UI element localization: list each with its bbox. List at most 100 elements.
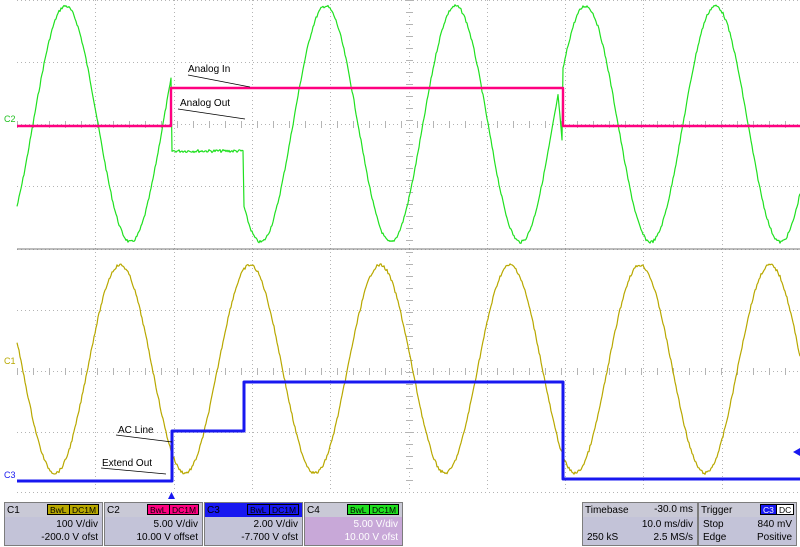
grid-dot: [252, 104, 253, 105]
c2-c4-marker[interactable]: C2: [4, 114, 16, 124]
grid-dot: [369, 0, 370, 1]
grid-dot: [245, 492, 246, 493]
grid-dot: [174, 96, 175, 97]
grid-dot: [245, 62, 246, 63]
grid-dot: [643, 340, 644, 341]
grid-dot: [330, 312, 331, 313]
grid-dot: [389, 310, 390, 311]
grid-dot: [705, 492, 706, 493]
grid-dot: [181, 310, 182, 311]
grid-dot: [737, 0, 738, 1]
grid-dot: [95, 192, 96, 193]
grid-dot: [685, 492, 686, 493]
grid-dot: [643, 224, 644, 225]
grid-dot: [722, 360, 723, 361]
grid-dot: [625, 62, 626, 63]
grid-dot: [643, 144, 644, 145]
c2-coupling-tag: DC1M: [169, 504, 200, 515]
grid-dot: [453, 432, 454, 433]
grid-dot: [249, 310, 250, 311]
grid-dot: [643, 88, 644, 89]
grid-dot: [174, 12, 175, 13]
grid-dot: [643, 84, 644, 85]
grid-dot: [330, 456, 331, 457]
grid-dot: [241, 186, 242, 187]
grid-dot: [325, 186, 326, 187]
grid-dot: [149, 310, 150, 311]
grid-dot: [665, 492, 666, 493]
grid-dot: [643, 256, 644, 257]
grid-dot: [489, 371, 490, 372]
grid-dot: [125, 492, 126, 493]
grid-dot: [252, 168, 253, 169]
grid-dot: [487, 300, 488, 301]
grid-dot: [252, 280, 253, 281]
grid-dot: [633, 0, 634, 1]
grid-dot: [252, 164, 253, 165]
c3-panel[interactable]: C3 BwL DC1M 2.00 V/div -7.700 V ofst: [204, 502, 303, 546]
grid-dot: [257, 368, 258, 375]
grid-dot: [487, 76, 488, 77]
grid-dot: [330, 220, 331, 221]
grid-dot: [487, 192, 488, 193]
grid-dot: [377, 371, 378, 372]
grid-dot: [174, 164, 175, 165]
c4-panel[interactable]: C4 BwL DC1M 5.00 V/div 10.00 V ofst: [304, 502, 403, 546]
c3-marker[interactable]: C3: [4, 470, 16, 480]
grid-dot: [174, 132, 175, 133]
grid-dot: [337, 62, 338, 63]
grid-dot: [252, 432, 253, 433]
grid-dot: [365, 124, 366, 125]
grid-dot: [217, 0, 218, 1]
c1-panel[interactable]: C1 BwL DC1M 100 V/div -200.0 V ofst: [4, 502, 103, 546]
grid-dot: [174, 36, 175, 37]
grid-dot: [473, 0, 474, 1]
c1-marker[interactable]: C1: [4, 356, 16, 366]
grid-dot: [722, 352, 723, 353]
grid-dot: [105, 62, 106, 63]
grid-dot: [785, 368, 786, 375]
grid-dot: [305, 62, 306, 63]
grid-dot: [406, 156, 413, 157]
grid-dot: [95, 208, 96, 209]
grid-dot: [49, 368, 50, 375]
grid-dot: [643, 52, 644, 53]
grid-dot: [174, 260, 175, 261]
grid-dot: [481, 492, 482, 493]
grid-dot: [565, 276, 566, 277]
grid-dot: [509, 62, 510, 63]
grid-dot: [95, 308, 96, 309]
grid-dot: [349, 124, 350, 125]
grid-dot: [633, 432, 634, 433]
timebase-panel[interactable]: Timebase -30.0 ms 10.0 ms/div 250 kS 2.5…: [582, 502, 698, 546]
grid-dot: [717, 0, 718, 1]
grid-dot: [169, 371, 170, 372]
grid-dot: [643, 392, 644, 393]
grid-dot: [605, 371, 606, 372]
grid-dot: [337, 368, 338, 375]
grid-dot: [589, 186, 590, 187]
grid-dot: [313, 432, 314, 433]
grid-dot: [413, 186, 414, 187]
grid-dot: [581, 310, 582, 311]
grid-dot: [17, 0, 18, 1]
grid-dot: [409, 128, 410, 129]
grid-dot: [330, 144, 331, 145]
grid-dot: [277, 371, 278, 372]
grid-dot: [789, 0, 790, 1]
grid-dot: [453, 62, 454, 63]
grid-dot: [565, 212, 566, 213]
grid-dot: [252, 328, 253, 329]
trigger-panel[interactable]: Trigger C3 DC Stop 840 mV Edge Positive: [698, 502, 797, 546]
grid-dot: [487, 256, 488, 257]
grid-dot: [85, 492, 86, 493]
grid-dot: [330, 216, 331, 217]
grid-dot: [381, 186, 382, 187]
grid-dot: [513, 432, 514, 433]
grid-dot: [549, 124, 550, 125]
grid-dot: [725, 0, 726, 1]
c2-panel[interactable]: C2 BwL DC1M 5.00 V/div 10.00 V offset: [104, 502, 203, 546]
grid-dot: [269, 62, 270, 63]
grid-dot: [725, 186, 726, 187]
grid-dot: [789, 432, 790, 433]
